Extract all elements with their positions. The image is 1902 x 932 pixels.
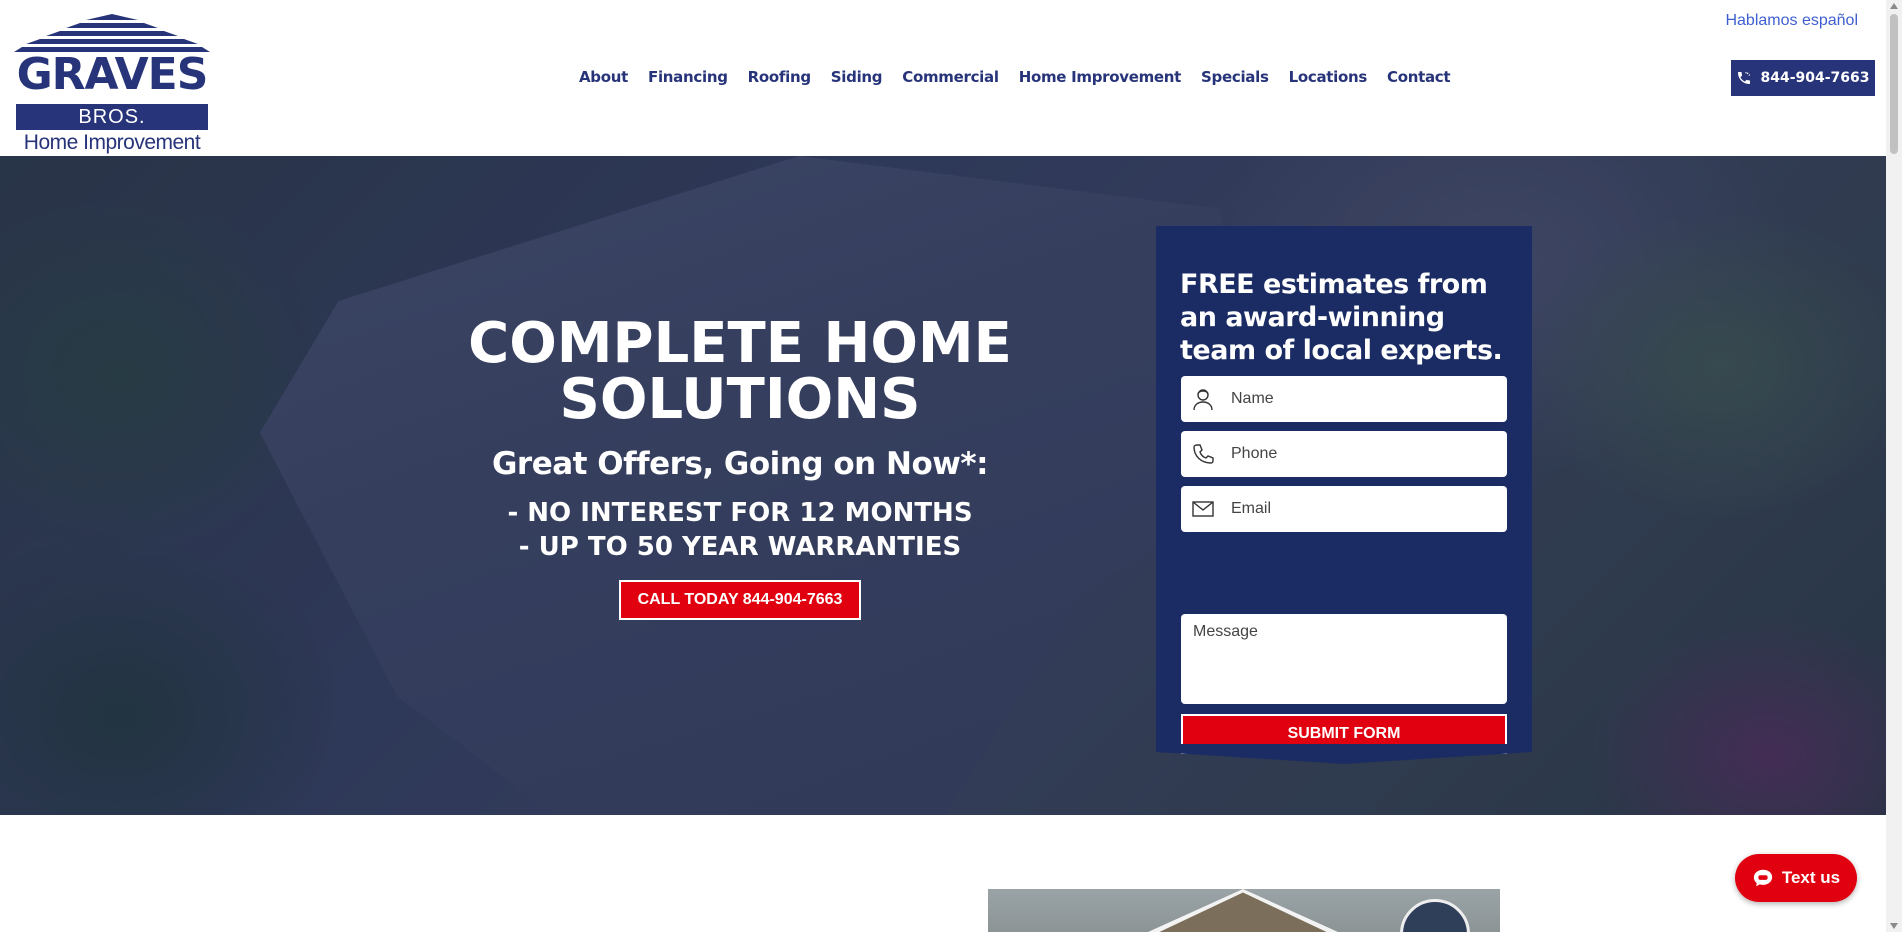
- phone-icon: [1181, 431, 1225, 477]
- chat-bubble-icon: [1753, 869, 1773, 887]
- graves-bros-logo[interactable]: GRAVES BROS. Home Improvement: [14, 14, 210, 154]
- hero-offers-list: - NO INTEREST FOR 12 MONTHS - UP TO 50 Y…: [440, 496, 1040, 564]
- hero-offer-item: - NO INTEREST FOR 12 MONTHS: [507, 498, 973, 528]
- house-window: [1400, 899, 1470, 932]
- nav-item-contact[interactable]: Contact: [1377, 66, 1460, 88]
- scroll-up-arrow-icon[interactable]: [1890, 3, 1898, 9]
- nav-item-locations[interactable]: Locations: [1279, 66, 1377, 88]
- logo-tagline: Home Improvement: [23, 131, 201, 154]
- message-field[interactable]: [1181, 614, 1507, 704]
- hero-title-line-1: COMPLETE HOME: [468, 311, 1012, 376]
- name-input[interactable]: [1231, 390, 1501, 408]
- email-field[interactable]: [1181, 486, 1507, 532]
- phone-field[interactable]: [1181, 431, 1507, 477]
- person-icon: [1181, 376, 1225, 422]
- logo-sub: BROS.: [16, 104, 208, 130]
- nav-item-home-improvement[interactable]: Home Improvement: [1009, 66, 1191, 88]
- hero-section: COMPLETE HOME SOLUTIONS Great Offers, Go…: [0, 156, 1886, 815]
- phone-icon: [1738, 72, 1751, 84]
- submit-form-button[interactable]: SUBMIT FORM: [1181, 714, 1507, 754]
- page-scrollbar[interactable]: [1886, 0, 1902, 932]
- nav-item-specials[interactable]: Specials: [1191, 66, 1279, 88]
- nav-item-financing[interactable]: Financing: [638, 66, 738, 88]
- header-phone-number: 844-904-7663: [1760, 70, 1870, 86]
- email-input[interactable]: [1231, 500, 1501, 518]
- nav-item-about[interactable]: About: [569, 66, 638, 88]
- nav-item-siding[interactable]: Siding: [821, 66, 892, 88]
- nav-item-commercial[interactable]: Commercial: [892, 66, 1008, 88]
- envelope-icon: [1181, 486, 1225, 532]
- hero-offer-item: - UP TO 50 YEAR WARRANTIES: [518, 532, 962, 562]
- hero-content: COMPLETE HOME SOLUTIONS Great Offers, Go…: [440, 316, 1040, 620]
- house-exterior-image: [988, 889, 1500, 932]
- house-gable: [1158, 889, 1328, 932]
- hero-subtitle: Great Offers, Going on Now*:: [491, 446, 989, 482]
- header-phone-button[interactable]: 844-904-7663: [1731, 60, 1875, 96]
- form-title: FREE estimates from an award-winning tea…: [1180, 269, 1503, 366]
- estimate-form: FREE estimates from an award-winning tea…: [1156, 226, 1532, 754]
- message-textarea[interactable]: [1181, 614, 1507, 704]
- hero-title-line-2: SOLUTIONS: [559, 367, 921, 432]
- text-us-chat-button[interactable]: Text us: [1735, 854, 1857, 902]
- scrollbar-thumb[interactable]: [1890, 14, 1898, 154]
- main-nav: About Financing Roofing Siding Commercia…: [569, 66, 1460, 88]
- nav-item-roofing[interactable]: Roofing: [738, 66, 821, 88]
- scroll-down-arrow-icon[interactable]: [1890, 923, 1898, 929]
- phone-input[interactable]: [1231, 445, 1501, 463]
- call-today-button[interactable]: CALL TODAY 844-904-7663: [618, 580, 862, 620]
- text-us-label: Text us: [1781, 868, 1841, 887]
- name-field[interactable]: [1181, 376, 1507, 422]
- site-header: GRAVES BROS. Home Improvement About Fina…: [0, 0, 1886, 156]
- logo-name: GRAVES: [16, 49, 209, 100]
- spanish-language-link[interactable]: Hablamos español: [1725, 12, 1858, 30]
- hero-title: COMPLETE HOME SOLUTIONS: [440, 316, 1040, 428]
